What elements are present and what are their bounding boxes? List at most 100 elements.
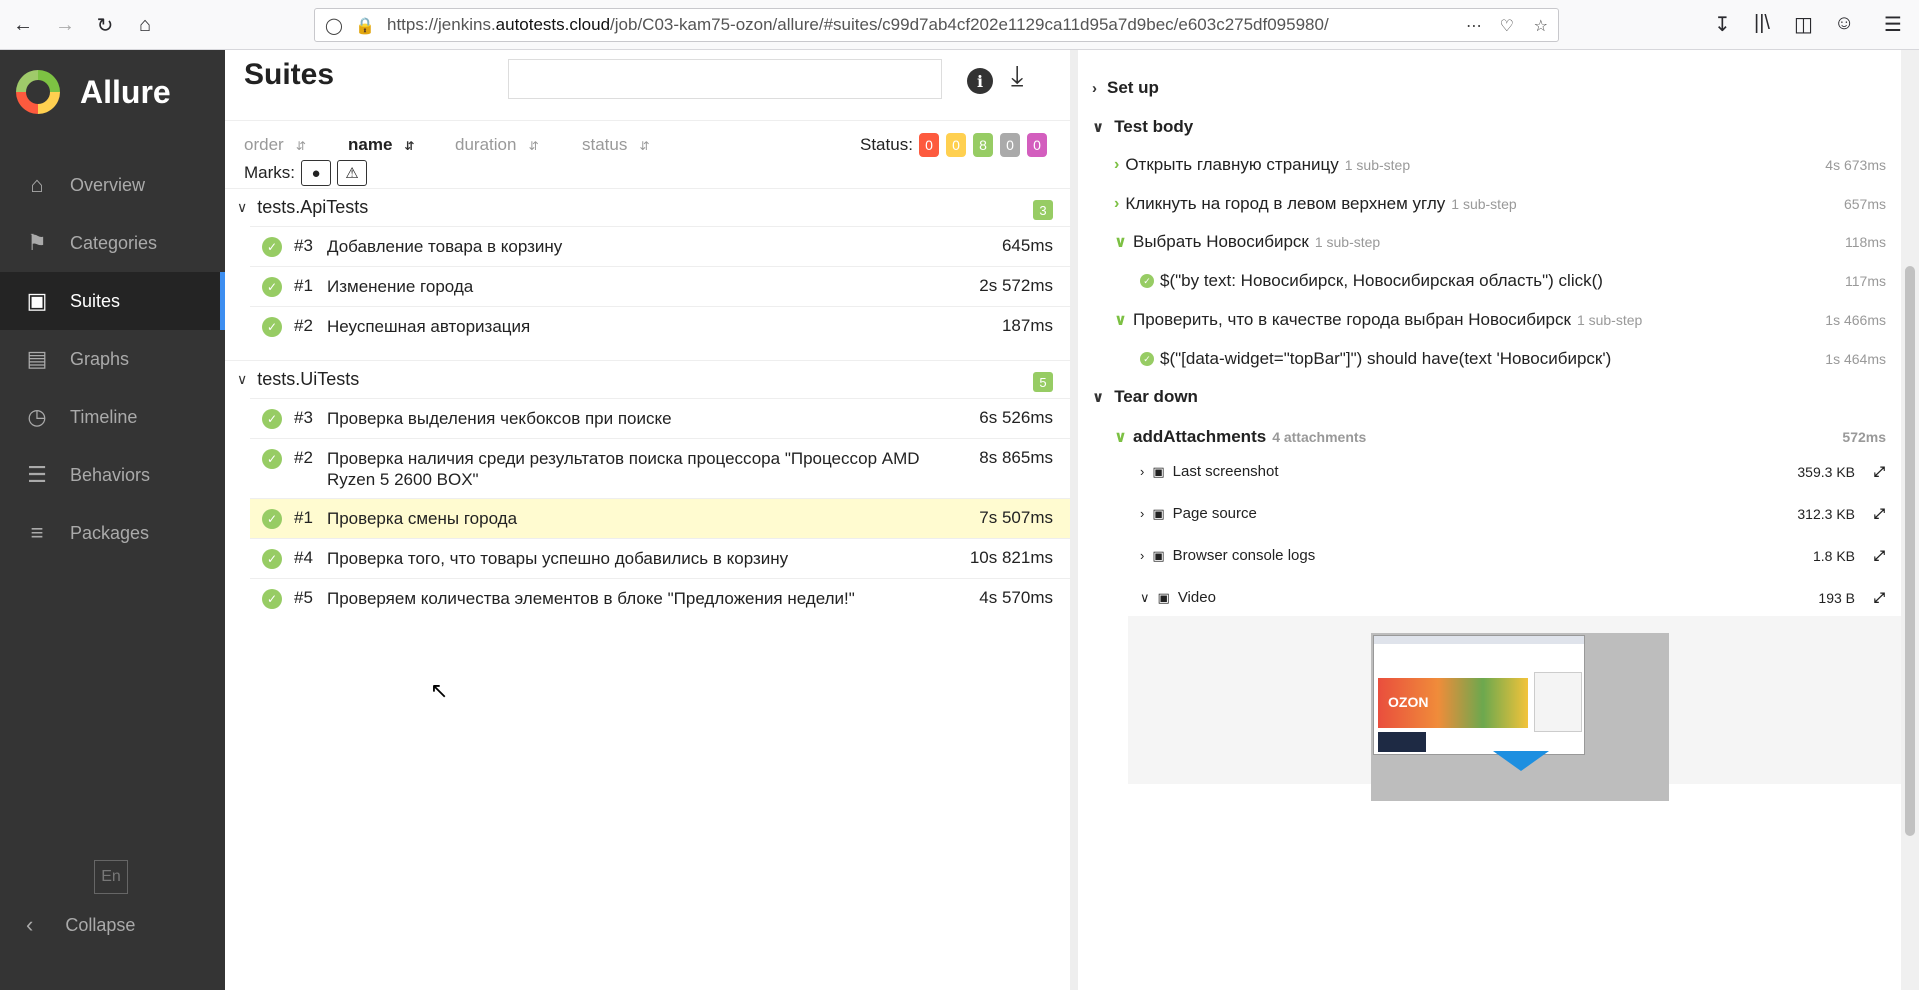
sidebar-item-suites[interactable]: ▣ Suites <box>0 272 225 330</box>
downloads-icon[interactable]: ↧ <box>1714 12 1731 37</box>
detail-scrollbar[interactable] <box>1901 50 1919 990</box>
pane-splitter[interactable] <box>1070 50 1078 990</box>
menu-icon[interactable]: ☰ <box>1884 12 1902 37</box>
suite-header[interactable]: ∨ tests.ApiTests 3 <box>225 188 1070 226</box>
attachment-row[interactable]: › ▣ Browser console logs 1.8 KB ⤢ <box>1140 547 1885 564</box>
sidebar-item-categories[interactable]: ⚑ Categories <box>0 214 225 272</box>
sort-duration[interactable]: duration ⇵ <box>455 135 539 155</box>
expand-icon[interactable]: ⤢ <box>1874 505 1885 522</box>
step-substep-count: 1 sub-step <box>1314 234 1381 250</box>
test-body-section[interactable]: ∨ Test body <box>1092 117 1901 137</box>
scrollbar-thumb[interactable] <box>1905 266 1915 836</box>
chevron-down-icon: ∨ <box>1092 119 1105 136</box>
marks-row: Marks: ● ⚠ <box>244 160 367 186</box>
attachment-size: 312.3 KB <box>1797 505 1855 522</box>
video-player[interactable]: OZON <box>1371 633 1669 801</box>
test-row[interactable]: ✓ #2 Проверка наличия среди результатов … <box>250 438 1070 498</box>
step-duration: 572ms <box>1842 429 1886 445</box>
step-row[interactable]: ∨ Проверить, что в качестве города выбра… <box>1114 310 1901 330</box>
briefcase-icon: ▣ <box>26 288 48 313</box>
address-bar[interactable]: ◯ 🔒 https://jenkins.autotests.cloud/job/… <box>314 8 1559 42</box>
attachment-row[interactable]: › ▣ Last screenshot 359.3 KB ⤢ <box>1140 463 1885 480</box>
test-row[interactable]: ✓ #5 Проверяем количества элементов в бл… <box>250 578 1070 618</box>
allure-logo[interactable]: Allure <box>16 70 171 114</box>
info-icon[interactable]: i <box>967 68 993 94</box>
substep-row[interactable]: ✓ $("by text: Новосибирск, Новосибирская… <box>1140 271 1901 291</box>
step-row[interactable]: › Кликнуть на город в левом верхнем углу… <box>1114 194 1901 214</box>
pocket-icon[interactable]: ♡ <box>1500 16 1514 36</box>
home-button[interactable]: ⌂ <box>130 10 160 40</box>
search-input[interactable] <box>508 59 942 99</box>
status-unknown-badge[interactable]: 0 <box>1027 133 1047 157</box>
clock-icon: ◷ <box>27 404 47 429</box>
allure-logo-icon <box>16 70 60 114</box>
suite-header[interactable]: ∨ tests.UiTests 5 <box>225 360 1070 398</box>
sidebar-item-graphs[interactable]: ▤ Graphs <box>0 330 225 388</box>
test-duration: 8s 865ms <box>979 448 1053 467</box>
forward-button[interactable]: → <box>50 10 80 40</box>
sort-name[interactable]: name ⇵ <box>348 135 414 155</box>
page-actions-icon[interactable]: ⋯ <box>1466 16 1482 36</box>
sort-status[interactable]: status ⇵ <box>582 135 649 155</box>
step-row[interactable]: ∨ addAttachments 4 attachments 572ms <box>1114 427 1901 447</box>
sort-icon: ⇵ <box>404 139 415 153</box>
sort-name-label: name <box>348 135 393 154</box>
sort-order[interactable]: order ⇵ <box>244 135 306 155</box>
step-duration: 657ms <box>1843 196 1886 212</box>
back-button[interactable]: ← <box>8 10 38 40</box>
account-icon[interactable]: ☺ <box>1834 12 1854 35</box>
sidebar-toggle-icon[interactable]: ◫ <box>1794 12 1813 37</box>
thumbnail-browser-bar <box>1374 636 1584 644</box>
step-row[interactable]: › Открыть главную страницу 1 sub-step 4s… <box>1114 155 1901 175</box>
play-icon[interactable] <box>1493 751 1549 771</box>
substep-row[interactable]: ✓ $("[data-widget="topBar"]") should hav… <box>1140 349 1901 369</box>
test-duration: 4s 570ms <box>979 588 1053 607</box>
status-failed-badge[interactable]: 0 <box>919 133 939 157</box>
status-broken-badge[interactable]: 0 <box>946 133 966 157</box>
test-row-selected[interactable]: ✓ #1 Проверка смены города 7s 507ms <box>250 498 1070 538</box>
download-icon[interactable]: ⤓ <box>1011 60 1023 93</box>
reload-button[interactable]: ↻ <box>90 10 120 40</box>
sort-icon: ⇵ <box>528 139 539 153</box>
count-badge: 3 <box>1033 200 1053 220</box>
step-substep-count: 1 sub-step <box>1344 157 1411 173</box>
test-number: #1 <box>294 508 313 527</box>
library-icon[interactable]: ||\ <box>1754 12 1770 35</box>
sidebar-item-overview[interactable]: ⌂ Overview <box>0 156 225 214</box>
shield-icon[interactable]: ◯ <box>325 16 343 36</box>
test-row[interactable]: ✓ #1 Изменение города 2s 572ms <box>250 266 1070 306</box>
expand-icon[interactable]: ⤢ <box>1874 589 1885 606</box>
expand-icon[interactable]: ⤢ <box>1874 547 1885 564</box>
sidebar-item-packages[interactable]: ≡ Packages <box>0 504 225 562</box>
video-file-icon: ▣ <box>1157 589 1170 605</box>
passed-icon: ✓ <box>262 589 282 609</box>
sort-status-label: status <box>582 135 628 154</box>
new-failed-mark-button[interactable]: ⚠ <box>337 160 367 186</box>
teardown-section[interactable]: ∨ Tear down <box>1092 387 1901 407</box>
attachment-row[interactable]: ∨ ▣ Video 193 B ⤢ <box>1140 589 1885 606</box>
suite-group: ∨ tests.UiTests 5 ✓ #3 Проверка выделени… <box>225 360 1070 618</box>
expand-icon[interactable]: ⤢ <box>1874 463 1885 480</box>
status-passed-badge[interactable]: 8 <box>973 133 993 157</box>
marks-label: Marks: <box>244 163 295 182</box>
setup-section[interactable]: › Set up <box>1092 78 1901 98</box>
bookmark-star-icon[interactable]: ☆ <box>1534 16 1548 36</box>
video-thumbnail: OZON <box>1373 635 1585 755</box>
test-row[interactable]: ✓ #4 Проверка того, что товары успешно д… <box>250 538 1070 578</box>
lock-icon[interactable]: 🔒 <box>355 16 375 36</box>
attachment-row[interactable]: › ▣ Page source 312.3 KB ⤢ <box>1140 505 1885 522</box>
sidebar-item-timeline[interactable]: ◷ Timeline <box>0 388 225 446</box>
step-row[interactable]: ∨ Выбрать Новосибирск 1 sub-step 118ms <box>1114 232 1901 252</box>
teardown-label: Tear down <box>1114 387 1198 406</box>
test-row[interactable]: ✓ #3 Добавление товара в корзину 645ms <box>250 226 1070 266</box>
status-skipped-badge[interactable]: 0 <box>1000 133 1020 157</box>
collapse-button[interactable]: ‹ Collapse <box>26 912 135 938</box>
mouse-cursor-icon: ↖ <box>430 678 449 703</box>
sidebar-item-label: Overview <box>70 174 146 195</box>
list-icon: ☰ <box>27 462 47 487</box>
sidebar-item-behaviors[interactable]: ☰ Behaviors <box>0 446 225 504</box>
language-button[interactable]: En <box>94 860 128 894</box>
flaky-mark-button[interactable]: ● <box>301 160 331 186</box>
test-row[interactable]: ✓ #3 Проверка выделения чекбоксов при по… <box>250 398 1070 438</box>
test-row[interactable]: ✓ #2 Неуспешная авторизация 187ms <box>250 306 1070 346</box>
